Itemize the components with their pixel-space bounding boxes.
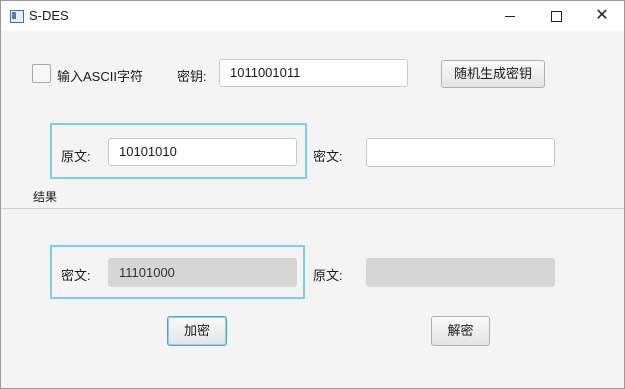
ascii-checkbox[interactable] — [32, 64, 51, 83]
plaintext-label: 原文: — [61, 149, 91, 164]
random-key-button[interactable]: 随机生成密钥 — [441, 60, 545, 88]
plaintext-input[interactable]: 10101010 — [108, 138, 297, 166]
close-icon: ✕ — [595, 7, 609, 24]
app-window: S-DES ✕ 输入ASCII字符 密钥: 1011001011 随机生成密钥 … — [0, 0, 625, 389]
encrypt-button[interactable]: 加密 — [167, 316, 227, 346]
ciphertext-input-label: 密文: — [313, 149, 343, 164]
title-bar: S-DES ✕ — [1, 1, 624, 31]
decrypt-button[interactable]: 解密 — [431, 316, 490, 346]
ciphertext-result-field: 11101000 — [108, 258, 297, 287]
close-button[interactable]: ✕ — [579, 1, 625, 31]
result-divider — [1, 208, 624, 209]
ciphertext-result-label: 密文: — [61, 268, 91, 283]
result-section-label: 结果 — [33, 190, 58, 204]
plaintext-result-field — [366, 258, 555, 287]
maximize-button[interactable] — [533, 1, 579, 31]
plaintext-result-label: 原文: — [313, 268, 343, 283]
key-input[interactable]: 1011001011 — [219, 59, 408, 87]
ascii-checkbox-label: 输入ASCII字符 — [57, 69, 143, 84]
key-label: 密钥: — [177, 69, 207, 84]
window-title: S-DES — [29, 8, 69, 23]
ciphertext-input[interactable] — [366, 138, 555, 167]
minimize-icon — [505, 15, 515, 17]
app-icon — [10, 10, 24, 23]
maximize-icon — [550, 10, 562, 22]
minimize-button[interactable] — [487, 1, 533, 31]
